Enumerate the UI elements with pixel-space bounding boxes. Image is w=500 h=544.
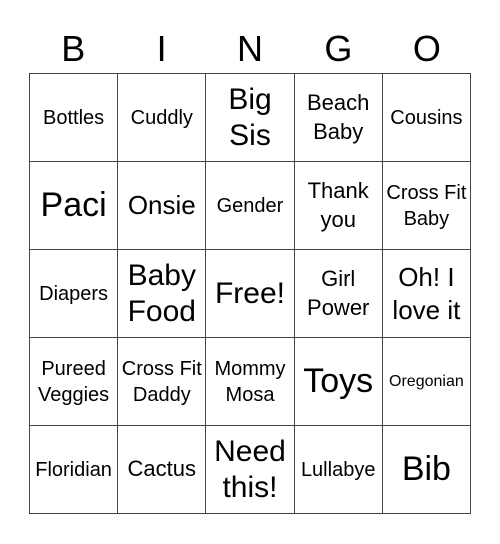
bingo-cell[interactable]: Lullabye: [294, 426, 383, 514]
bingo-cell[interactable]: Girl Power: [294, 250, 383, 338]
bingo-card-grid: Bottles Cuddly Big Sis Beach Baby Cousin…: [29, 73, 471, 514]
header-letter-o: O: [412, 28, 441, 69]
bingo-cell[interactable]: Baby Food: [118, 250, 207, 338]
bingo-cell[interactable]: Need this!: [206, 426, 295, 514]
bingo-cell[interactable]: Cuddly: [118, 74, 207, 162]
header-letter-g: G: [324, 28, 353, 69]
header-letter-b: B: [61, 28, 86, 69]
bingo-cell[interactable]: Cross Fit Baby: [382, 162, 471, 250]
bingo-cell[interactable]: Cactus: [118, 426, 207, 514]
bingo-cell[interactable]: Big Sis: [206, 74, 295, 162]
bingo-cell[interactable]: Thank you: [294, 162, 383, 250]
bingo-cell[interactable]: Cross Fit Daddy: [118, 338, 207, 426]
free-space-cell[interactable]: Free!: [206, 250, 295, 338]
bingo-cell[interactable]: Bottles: [30, 74, 119, 162]
header-letter-n: N: [237, 28, 264, 69]
bingo-cell[interactable]: Diapers: [30, 250, 119, 338]
bingo-cell[interactable]: Beach Baby: [294, 74, 383, 162]
bingo-cell[interactable]: Paci: [30, 162, 119, 250]
bingo-cell[interactable]: Oregonian: [382, 338, 471, 426]
bingo-cell[interactable]: Toys: [294, 338, 383, 426]
bingo-cell[interactable]: Pureed Veggies: [30, 338, 119, 426]
bingo-cell[interactable]: Oh! I love it: [382, 250, 471, 338]
header-letter-i: I: [156, 28, 167, 69]
bingo-cell[interactable]: Onsie: [118, 162, 207, 250]
bingo-cell[interactable]: Gender: [206, 162, 295, 250]
bingo-header: B I N G O: [29, 26, 471, 72]
bingo-cell[interactable]: Cousins: [382, 74, 471, 162]
bingo-cell[interactable]: Mommy Mosa: [206, 338, 295, 426]
bingo-cell[interactable]: Bib: [382, 426, 471, 514]
bingo-cell[interactable]: Floridian: [30, 426, 119, 514]
